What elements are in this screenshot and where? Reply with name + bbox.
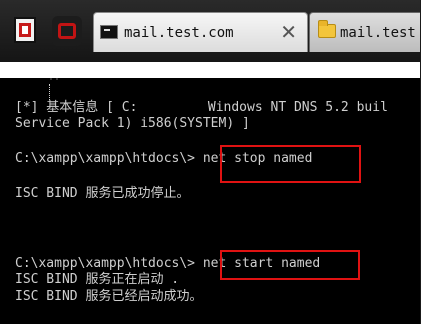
highlight-box-stop (220, 145, 361, 183)
terminal-line: ISC BIND 服务已成功停止。 (15, 186, 190, 201)
cursor-guide (49, 84, 51, 100)
toolbar-strip (0, 62, 421, 79)
terminal-line: ISC BIND 服务正在启动 . (15, 272, 180, 287)
terminal-line: ISC BIND 服务已经启动成功。 (15, 289, 203, 304)
terminal-line: Service Pack 1) i586(SYSTEM) ] (15, 116, 250, 131)
window-button[interactable] (14, 17, 36, 43)
stop-button[interactable] (52, 16, 82, 46)
highlight-box-start (220, 250, 360, 280)
close-icon[interactable]: ✕ (280, 20, 297, 44)
folder-icon (318, 20, 336, 38)
tab-mail-test-com[interactable]: mail.test.com ✕ (93, 12, 308, 52)
tab-mail-test[interactable]: mail.test (309, 12, 421, 52)
tab-bar: mail.test.com ✕ mail.test (0, 0, 421, 62)
browser-window: mail.test.com ✕ mail.test ˙˙ [*] 基本信息 [ … (0, 0, 421, 324)
tab-label: mail.test (340, 25, 416, 41)
tab-label: mail.test.com (124, 25, 234, 41)
square-icon (19, 23, 31, 37)
square-outline-icon (58, 23, 76, 39)
command-prompt-icon (100, 25, 118, 39)
terminal-line: [*] 基本信息 [ C: Windows NT DNS 5.2 buil (15, 100, 388, 115)
